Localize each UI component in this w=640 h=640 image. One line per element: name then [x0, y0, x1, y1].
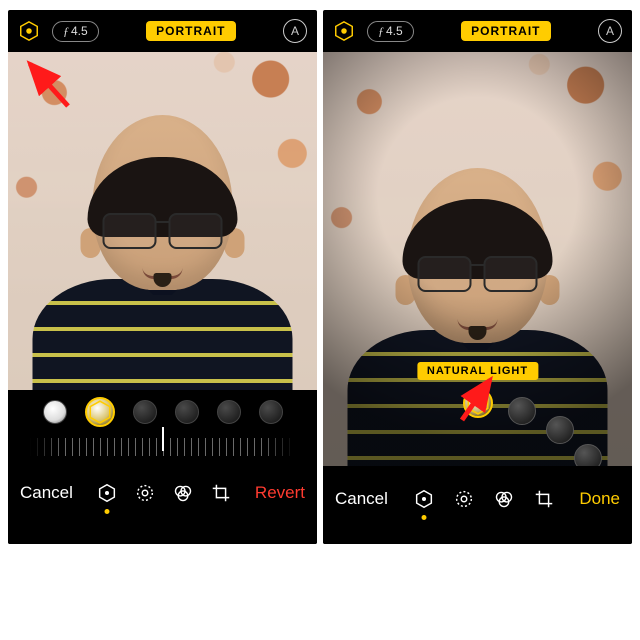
lighting-tab[interactable] [93, 478, 121, 508]
slider-indicator [162, 427, 164, 451]
markup-glyph: A [291, 24, 299, 38]
portrait-mode-badge: PORTRAIT [146, 21, 235, 41]
adjust-tab[interactable] [131, 478, 159, 508]
aperture-button[interactable]: ƒ 4.5 [52, 21, 99, 42]
f-symbol: ƒ [63, 24, 69, 39]
aperture-button[interactable]: ƒ 4.5 [367, 21, 414, 42]
markup-glyph: A [606, 24, 614, 38]
photo-preview [8, 52, 317, 390]
lighting-option-3[interactable] [546, 416, 574, 444]
revert-button[interactable]: Revert [255, 483, 305, 503]
lighting-option-2[interactable] [508, 397, 536, 425]
editor-top-bar: ƒ 4.5 PORTRAIT A [323, 10, 632, 52]
markup-button[interactable]: A [283, 19, 307, 43]
screenshot-right: ƒ 4.5 PORTRAIT A NATURAL LIGHT [323, 10, 632, 544]
cancel-button[interactable]: Cancel [20, 483, 73, 503]
photo-preview: NATURAL LIGHT [323, 52, 632, 466]
portrait-mode-badge: PORTRAIT [461, 21, 550, 41]
cancel-button[interactable]: Cancel [335, 489, 388, 509]
edit-controls: Cancel Revert [8, 390, 317, 544]
aperture-value: 4.5 [71, 24, 88, 38]
screenshot-left: ƒ 4.5 PORTRAIT A [8, 10, 317, 544]
lighting-option-natural[interactable] [463, 388, 493, 418]
adjust-tab[interactable] [449, 484, 479, 514]
lighting-tab[interactable] [409, 484, 439, 514]
lighting-option-6[interactable] [259, 400, 283, 424]
lighting-option-selected[interactable] [85, 397, 115, 427]
markup-button[interactable]: A [598, 19, 622, 43]
lighting-option-4[interactable] [574, 444, 602, 466]
filters-tab[interactable] [169, 478, 197, 508]
edit-controls: Cancel Done [323, 466, 632, 544]
lighting-option-5[interactable] [217, 400, 241, 424]
editor-top-bar: ƒ 4.5 PORTRAIT A [8, 10, 317, 52]
crop-tab[interactable] [207, 478, 235, 508]
lighting-dial[interactable] [323, 356, 632, 466]
crop-tab[interactable] [529, 484, 559, 514]
aperture-value: 4.5 [386, 24, 403, 38]
intensity-slider[interactable] [8, 430, 317, 464]
done-button[interactable]: Done [579, 489, 620, 509]
filters-tab[interactable] [489, 484, 519, 514]
lighting-option-natural[interactable] [43, 400, 67, 424]
portrait-lighting-button[interactable] [333, 20, 355, 42]
bottom-toolbar: Cancel Done [323, 470, 632, 528]
portrait-lighting-button[interactable] [18, 20, 40, 42]
bottom-toolbar: Cancel Revert [8, 464, 317, 522]
f-symbol: ƒ [378, 24, 384, 39]
lighting-option-3[interactable] [133, 400, 157, 424]
lighting-options-row[interactable] [8, 394, 317, 430]
lighting-option-4[interactable] [175, 400, 199, 424]
